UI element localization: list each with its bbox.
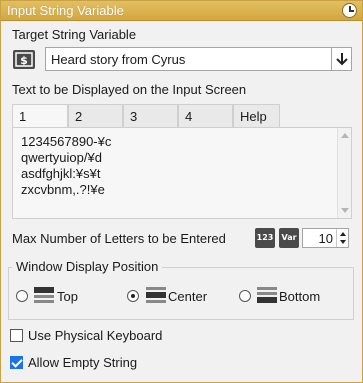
position-top-label: Top [57, 289, 78, 304]
physical-keyboard-checkbox[interactable] [10, 329, 23, 342]
allow-empty-label: Allow Empty String [28, 355, 138, 370]
target-variable-label: Target String Variable [12, 27, 137, 42]
physical-keyboard-label: Use Physical Keyboard [28, 328, 163, 343]
position-center-radio[interactable] [127, 290, 139, 302]
scroll-down-icon[interactable] [341, 208, 349, 213]
tab-2[interactable]: 2 [68, 104, 123, 128]
window-top-icon [34, 287, 54, 304]
text-line: qwertyuiop/¥d [21, 150, 102, 165]
position-top-radio[interactable] [16, 290, 28, 302]
window-title: Input String Variable [7, 3, 124, 18]
window-bottom-icon [257, 287, 277, 304]
target-variable-value: Heard story from Cyrus [51, 52, 186, 67]
display-text-label: Text to be Displayed on the Input Screen [12, 82, 247, 97]
position-bottom-label: Bottom [279, 289, 321, 304]
position-center-label: Center [168, 289, 208, 304]
string-variable-icon[interactable]: $ [13, 50, 35, 69]
allow-empty-checkbox[interactable] [10, 356, 23, 369]
tab-3[interactable]: 3 [123, 104, 178, 128]
display-text-area[interactable]: 1234567890-¥c qwertyuiop/¥d asdfghjkl:¥s… [12, 127, 352, 219]
number-input-icon[interactable]: 123 [255, 228, 275, 248]
text-line: asdfghjkl:¥s¥t [21, 166, 101, 181]
text-tabs: 1 2 3 4 Help [12, 104, 352, 128]
position-bottom-radio[interactable] [239, 290, 251, 302]
title-bar: Input String Variable [1, 1, 362, 21]
display-position-title: Window Display Position [12, 259, 163, 274]
text-line: 1234567890-¥c [21, 134, 112, 149]
svg-text:$: $ [20, 54, 28, 67]
clock-icon[interactable] [342, 3, 357, 18]
variable-icon[interactable]: Var [279, 228, 299, 248]
max-letters-value: 10 [318, 231, 333, 246]
target-variable-select[interactable]: Heard story from Cyrus [45, 47, 352, 71]
window-center-icon [146, 287, 166, 304]
tab-4[interactable]: 4 [178, 104, 233, 128]
tab-1[interactable]: 1 [12, 104, 68, 128]
text-line: zxcvbnm,.?!¥e [21, 182, 105, 197]
max-letters-stepper[interactable]: 10 [302, 228, 349, 248]
dialog-panel: Input String Variable Target String Vari… [0, 0, 363, 383]
vertical-scrollbar[interactable] [337, 128, 351, 218]
stepper-arrows[interactable] [336, 229, 348, 247]
scroll-up-icon[interactable] [341, 133, 349, 138]
max-letters-label: Max Number of Letters to be Entered [12, 231, 226, 246]
dropdown-arrow-icon[interactable] [331, 48, 351, 70]
display-text-lines: 1234567890-¥c qwertyuiop/¥d asdfghjkl:¥s… [21, 134, 111, 198]
tab-help[interactable]: Help [233, 104, 280, 128]
